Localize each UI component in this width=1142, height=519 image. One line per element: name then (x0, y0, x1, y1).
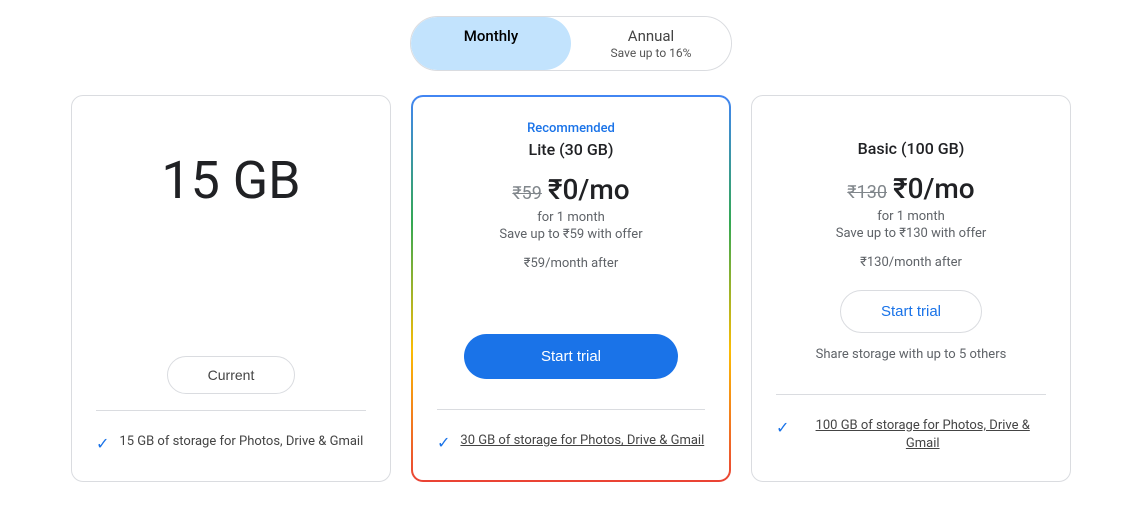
plan-basic-share-storage: Share storage with up to 5 others (816, 347, 1007, 362)
plan-lite-price-duration: for 1 month (537, 210, 605, 225)
plan-free-feature: 15 GB of storage for Photos, Drive & Gma… (119, 433, 363, 451)
plan-free-top: 15 GB (96, 120, 366, 291)
plan-card-lite: Recommended Lite (30 GB) ₹59 ₹0/mo for 1… (411, 95, 731, 482)
check-icon-free: ✓ (96, 434, 109, 453)
billing-monthly-label: Monthly (464, 27, 518, 45)
plan-lite-price-current: ₹0/mo (548, 173, 630, 206)
plan-basic-name: Basic (100 GB) (858, 139, 965, 158)
billing-toggle: Monthly Annual Save up to 16% (410, 16, 732, 71)
plan-basic-price-original: ₹130 (847, 182, 887, 203)
plan-lite-name: Lite (30 GB) (529, 140, 614, 159)
plan-free-storage: 15 GB (161, 150, 300, 211)
plan-lite-price-original: ₹59 (512, 183, 542, 204)
plan-basic-top: Basic (100 GB) ₹130 ₹0/mo for 1 month Sa… (776, 120, 1046, 290)
check-icon-lite: ✓ (437, 433, 450, 452)
plan-basic-feature-row: ✓ 100 GB of storage for Photos, Drive & … (776, 417, 1046, 453)
plan-lite-price-offer: Save up to ₹59 with offer (499, 227, 642, 242)
plans-container: 15 GB Current ✓ 15 GB of storage for Pho… (41, 95, 1101, 482)
plan-basic-bottom: ✓ 100 GB of storage for Photos, Drive & … (776, 413, 1046, 453)
plan-lite-price-row: ₹59 ₹0/mo (512, 173, 629, 206)
plan-basic-price-row: ₹130 ₹0/mo (847, 172, 974, 205)
plan-basic-price-duration: for 1 month (877, 209, 945, 224)
billing-annual-sublabel: Save up to 16% (607, 46, 695, 60)
plan-lite-feature-row: ✓ 30 GB of storage for Photos, Drive & G… (437, 432, 705, 452)
billing-annual[interactable]: Annual Save up to 16% (571, 17, 731, 70)
plan-free-bottom: ✓ 15 GB of storage for Photos, Drive & G… (96, 429, 366, 453)
billing-annual-label: Annual (628, 27, 674, 45)
plan-lite-bottom: ✓ 30 GB of storage for Photos, Drive & G… (437, 428, 705, 452)
plan-free-divider (96, 410, 366, 411)
plan-basic-price-offer: Save up to ₹130 with offer (836, 226, 987, 241)
check-icon-basic: ✓ (776, 418, 789, 437)
start-trial-button-lite[interactable]: Start trial (464, 334, 678, 379)
billing-monthly[interactable]: Monthly (411, 17, 571, 70)
plan-lite-top: Recommended Lite (30 GB) ₹59 ₹0/mo for 1… (437, 121, 705, 291)
plan-basic-divider (776, 394, 1046, 395)
plan-lite-divider (437, 409, 705, 410)
plan-lite-recommended-label: Recommended (527, 121, 615, 136)
start-trial-button-basic[interactable]: Start trial (840, 290, 982, 333)
plan-basic-feature: 100 GB of storage for Photos, Drive & Gm… (799, 417, 1046, 453)
plan-card-free: 15 GB Current ✓ 15 GB of storage for Pho… (71, 95, 391, 482)
plan-lite-price-after: ₹59/month after (524, 256, 618, 271)
current-button: Current (167, 356, 296, 394)
plan-basic-price-after: ₹130/month after (860, 255, 962, 270)
plan-basic-price-current: ₹0/mo (893, 172, 975, 205)
plan-free-feature-row: ✓ 15 GB of storage for Photos, Drive & G… (96, 433, 366, 453)
plan-lite-feature: 30 GB of storage for Photos, Drive & Gma… (460, 432, 704, 450)
plan-card-basic: Basic (100 GB) ₹130 ₹0/mo for 1 month Sa… (751, 95, 1071, 482)
